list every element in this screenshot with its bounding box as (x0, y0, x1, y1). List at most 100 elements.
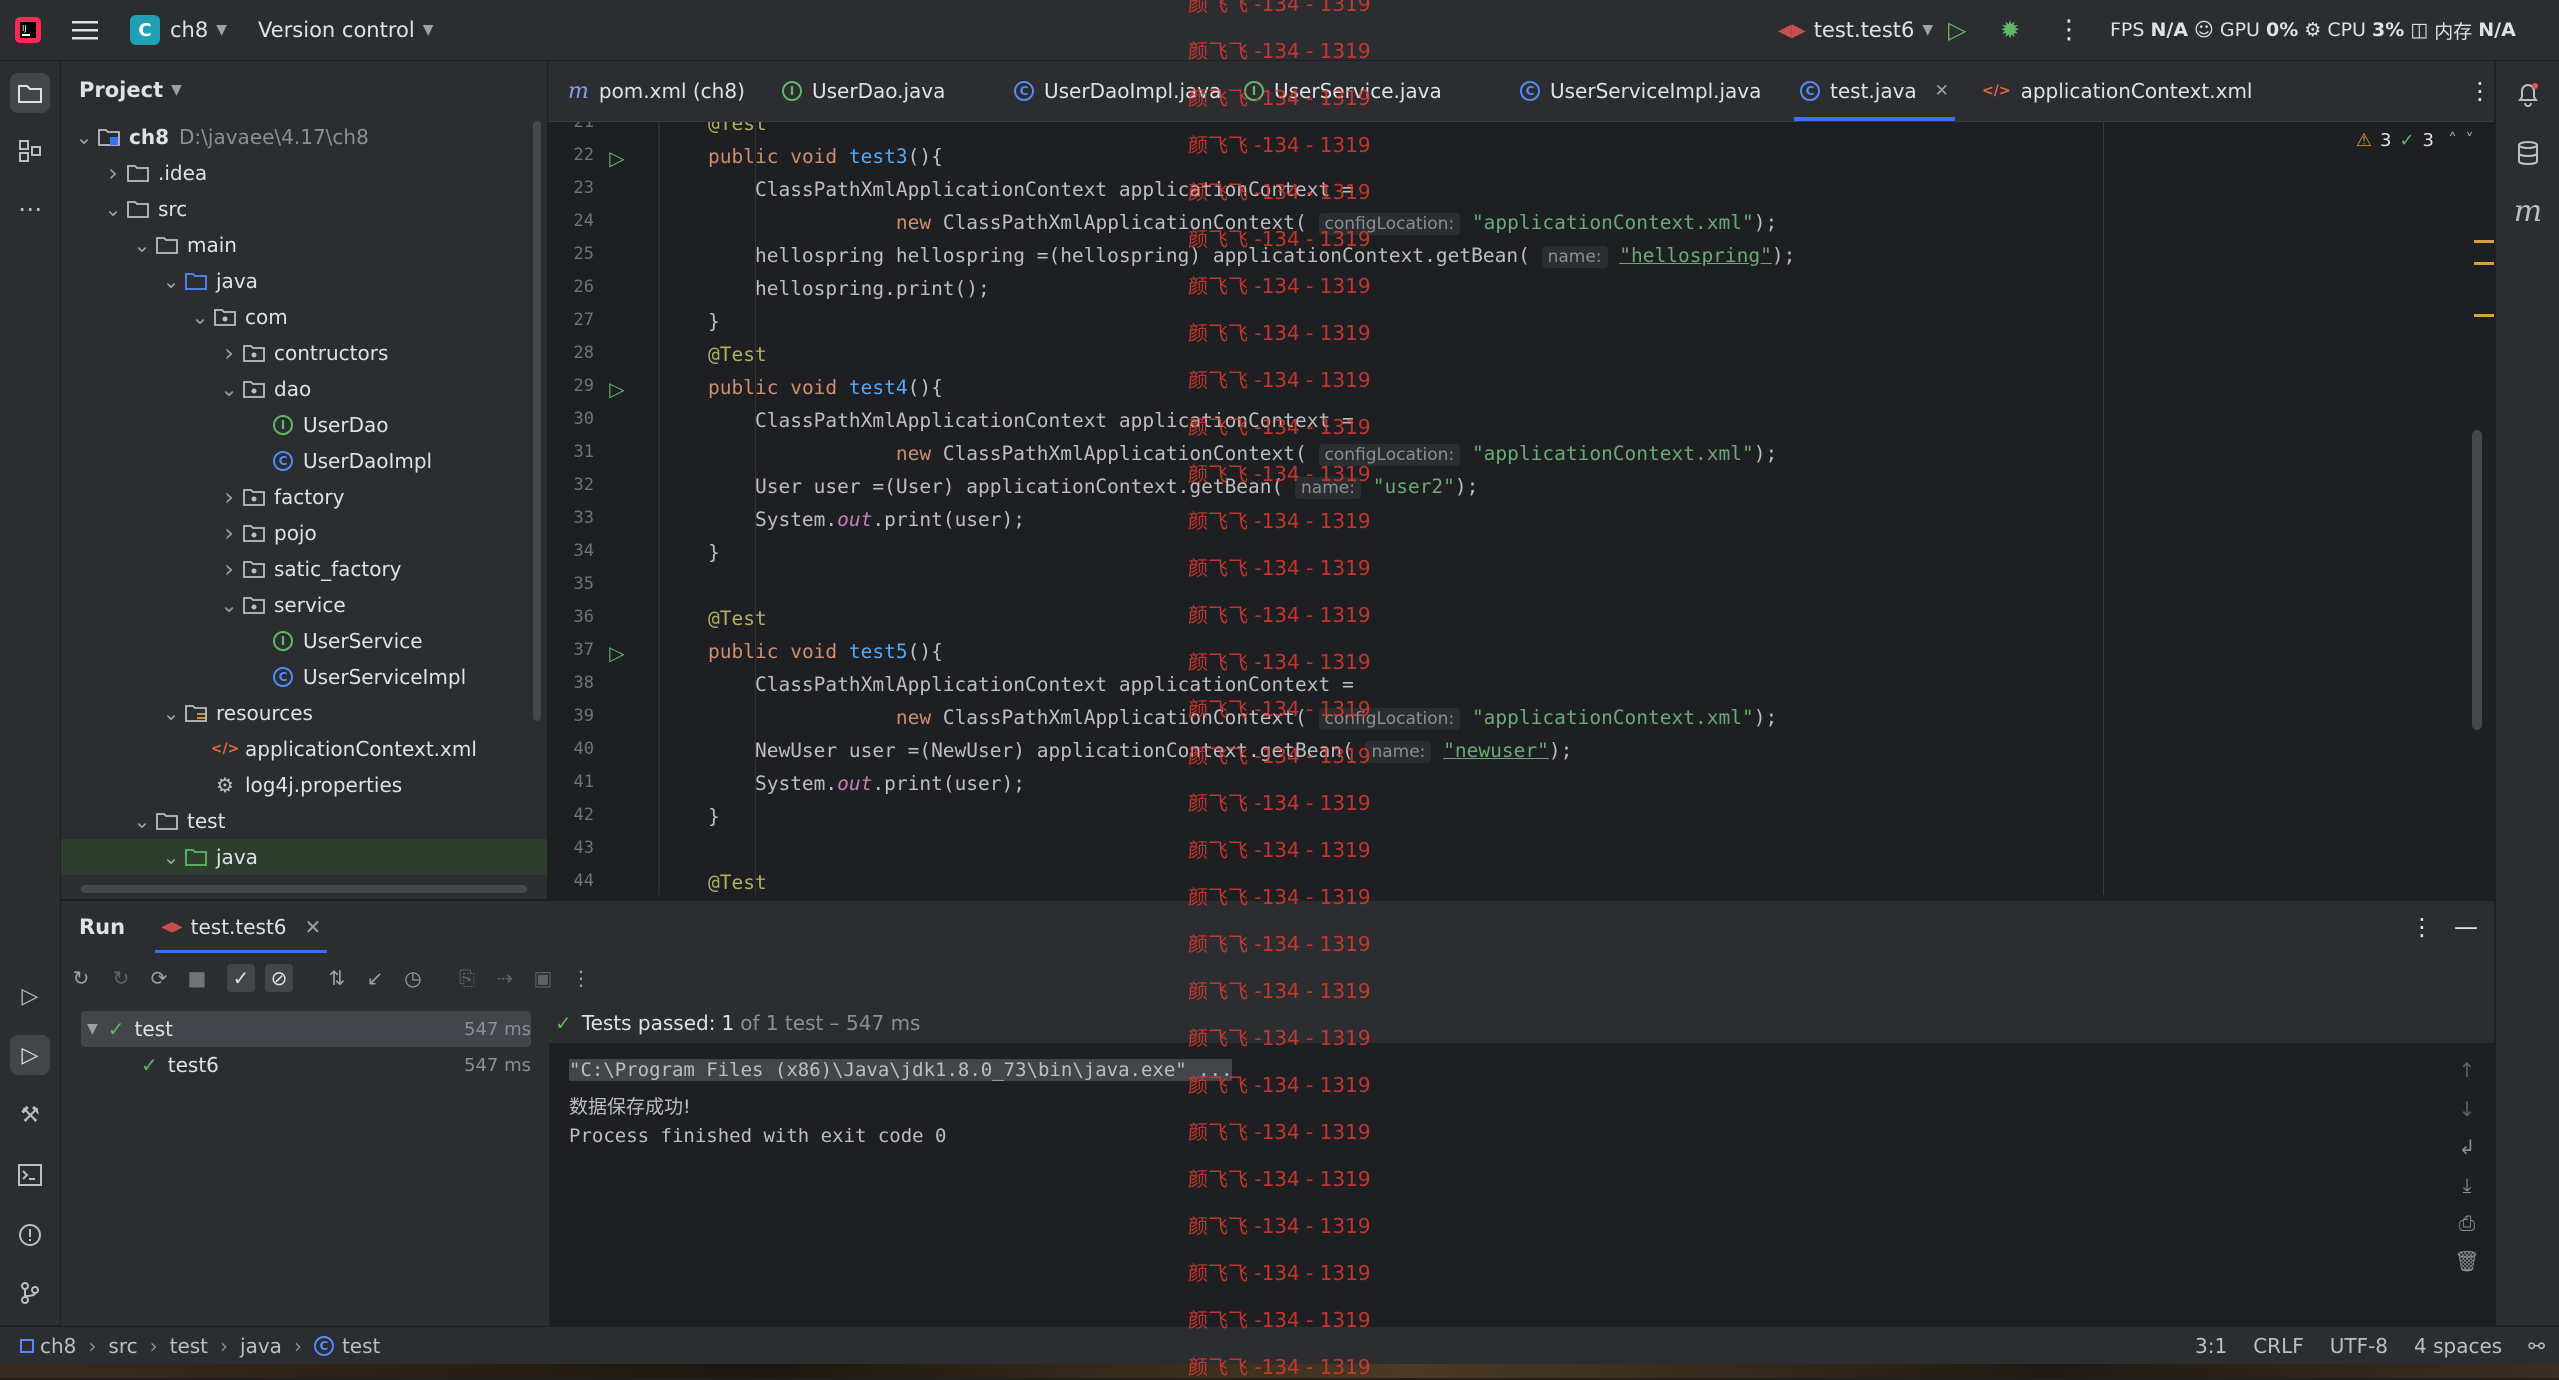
tree-item[interactable]: ⌄ service (61, 587, 547, 623)
editor-tab[interactable]: m pom.xml (ch8) (562, 61, 751, 121)
code-line[interactable]: } (708, 805, 720, 828)
chevron-down-icon[interactable]: ⌄ (218, 593, 240, 617)
problems-icon[interactable] (10, 1215, 50, 1255)
tree-item[interactable]: ⌄ com (61, 299, 547, 335)
chevron-right-icon[interactable]: › (102, 159, 124, 187)
breadcrumb-item[interactable]: java (240, 1334, 282, 1358)
test-suite-row[interactable]: ▼ ✓ test 547 ms (81, 1011, 531, 1047)
arrow-down-icon[interactable]: ↓ (2454, 1096, 2480, 1122)
close-icon[interactable]: ✕ (305, 915, 322, 939)
rerun-icon[interactable]: ↻ (67, 964, 95, 992)
code-line[interactable]: } (708, 541, 720, 564)
editor-tab[interactable]: C UserServiceImpl.java (1514, 61, 1767, 121)
breadcrumb-item[interactable]: src (108, 1334, 137, 1358)
chevron-down-icon[interactable]: ⌄ (160, 845, 182, 869)
trash-icon[interactable]: 🗑 (2454, 1248, 2480, 1274)
line-separator[interactable]: CRLF (2253, 1334, 2304, 1358)
warning-marker[interactable] (2474, 314, 2494, 317)
code-line[interactable]: public void test4(){ (708, 376, 943, 399)
tree-item[interactable]: ⌄ main (61, 227, 547, 263)
tree-item[interactable]: ⌄ test (61, 803, 547, 839)
console-command-line[interactable]: "C:\Program Files (x86)\Java\jdk1.8.0_73… (569, 1059, 1233, 1081)
show-passed-icon[interactable]: ✓ (227, 964, 255, 992)
chevron-down-icon[interactable]: ⌄ (73, 125, 95, 149)
chevron-down-icon[interactable]: ⌄ (218, 377, 240, 401)
collapse-icon[interactable]: ↙ (361, 964, 389, 992)
notifications-icon[interactable] (2508, 75, 2548, 115)
import-icon[interactable]: ⇢ (491, 964, 519, 992)
project-panel-header[interactable]: Project ▼ (61, 61, 547, 119)
run-icon[interactable]: ▷ (1948, 0, 1966, 60)
editor-tab[interactable]: Ctest.java ✕ (1794, 61, 1955, 121)
export-icon[interactable]: ⎘ (453, 964, 481, 992)
console-output[interactable]: ✓ Tests passed: 1 of 1 test – 547 ms "C:… (549, 1003, 2494, 1326)
code-line[interactable]: @Test (708, 343, 767, 366)
tree-item[interactable]: C UserServiceImpl (61, 659, 547, 695)
tree-item[interactable]: </> applicationContext.xml (61, 731, 547, 767)
run-test-icon[interactable]: ▷ (606, 146, 628, 170)
chevron-down-icon[interactable]: ⌄ (131, 233, 153, 257)
editor-tab[interactable]: I UserDao.java (776, 61, 951, 121)
tree-item[interactable]: › contructors (61, 335, 547, 371)
git-icon[interactable] (10, 1273, 50, 1313)
code-line[interactable]: public void test5(){ (708, 640, 943, 663)
sort-icon[interactable]: ⇅ (323, 964, 351, 992)
code-line[interactable]: @Test (708, 871, 767, 894)
code-line[interactable]: @Test (708, 122, 767, 135)
code-line[interactable]: System.out.print(user); (708, 508, 1025, 531)
chevron-up-icon[interactable]: ˄ (2448, 130, 2457, 151)
tree-item[interactable]: I UserService (61, 623, 547, 659)
more-options-icon[interactable]: ⋮ (2056, 0, 2082, 60)
chevron-down-icon[interactable]: ⌄ (131, 809, 153, 833)
tree-item[interactable]: ⌄ ch8 D:\javaee\4.17\ch8 (61, 119, 547, 155)
test-case-row[interactable]: ✓ test6 547 ms (81, 1047, 531, 1083)
services-icon[interactable]: ▷ (10, 976, 50, 1016)
editor-scrollbar[interactable] (2472, 430, 2482, 730)
indent-setting[interactable]: 4 spaces (2414, 1334, 2502, 1358)
tree-item[interactable]: ⌄ java (61, 839, 547, 875)
gear-icon[interactable]: ⚙ (2304, 19, 2321, 41)
chevron-right-icon[interactable]: › (218, 339, 240, 367)
chevron-down-icon[interactable]: ⌄ (102, 197, 124, 221)
database-icon[interactable] (2508, 133, 2548, 173)
soft-wrap-icon[interactable]: ↲ (2454, 1134, 2480, 1160)
code-line[interactable]: System.out.print(user); (708, 772, 1025, 795)
tree-item[interactable]: ⌄ src (61, 191, 547, 227)
chevron-down-icon[interactable]: ▼ (87, 1021, 98, 1037)
tab-options-icon[interactable]: ⋮ (2468, 61, 2492, 121)
file-encoding[interactable]: UTF-8 (2330, 1334, 2388, 1358)
breadcrumb-item[interactable]: test (170, 1334, 208, 1358)
chevron-down-icon[interactable]: ⌄ (160, 269, 182, 293)
tree-item[interactable]: C UserDaoImpl (61, 443, 547, 479)
code-line[interactable]: public void test3(){ (708, 145, 943, 168)
debug-icon[interactable]: ✹ (2000, 0, 2020, 60)
structure-tool-icon[interactable] (10, 131, 50, 171)
chevron-down-icon[interactable]: ⌄ (160, 701, 182, 725)
lock-icon[interactable]: ⚯ (2528, 1334, 2545, 1358)
main-menu-icon[interactable] (72, 0, 98, 60)
terminal-icon[interactable] (10, 1155, 50, 1195)
toggle-auto-test-icon[interactable]: ⟳ (145, 964, 173, 992)
minimize-icon[interactable]: — (2454, 913, 2478, 941)
rerun-failed-icon[interactable]: ↻ (107, 964, 135, 992)
breadcrumb-item[interactable]: Ctest (313, 1334, 380, 1358)
run-config-selector[interactable]: ◀▶ test.test6 ▼ (1778, 0, 1933, 60)
tree-item[interactable]: ⌄ resources (61, 695, 547, 731)
coverage-icon[interactable]: ▣ (529, 964, 557, 992)
tree-item[interactable]: › pojo (61, 515, 547, 551)
run-test-icon[interactable]: ▷ (606, 641, 628, 665)
editor-tab[interactable]: </> applicationContext.xml (1976, 61, 2258, 121)
code-line[interactable]: } (708, 310, 720, 333)
tree-item[interactable]: › factory (61, 479, 547, 515)
tree-item[interactable]: ⌄ java (61, 263, 547, 299)
warning-marker[interactable] (2474, 262, 2494, 265)
project-switcher[interactable]: C ch8 ▼ (130, 0, 227, 60)
tree-item[interactable]: › satic_factory (61, 551, 547, 587)
show-ignored-icon[interactable]: ⊘ (265, 964, 293, 992)
maven-icon[interactable]: m (2508, 191, 2548, 231)
arrow-up-icon[interactable]: ↑ (2454, 1057, 2480, 1083)
scroll-to-end-icon[interactable]: ⤓ (2454, 1172, 2480, 1198)
build-icon[interactable]: ⚒ (10, 1095, 50, 1135)
run-tab[interactable]: ◀▶ test.test6 ✕ (155, 901, 328, 953)
tree-item[interactable]: ⌄ dao (61, 371, 547, 407)
